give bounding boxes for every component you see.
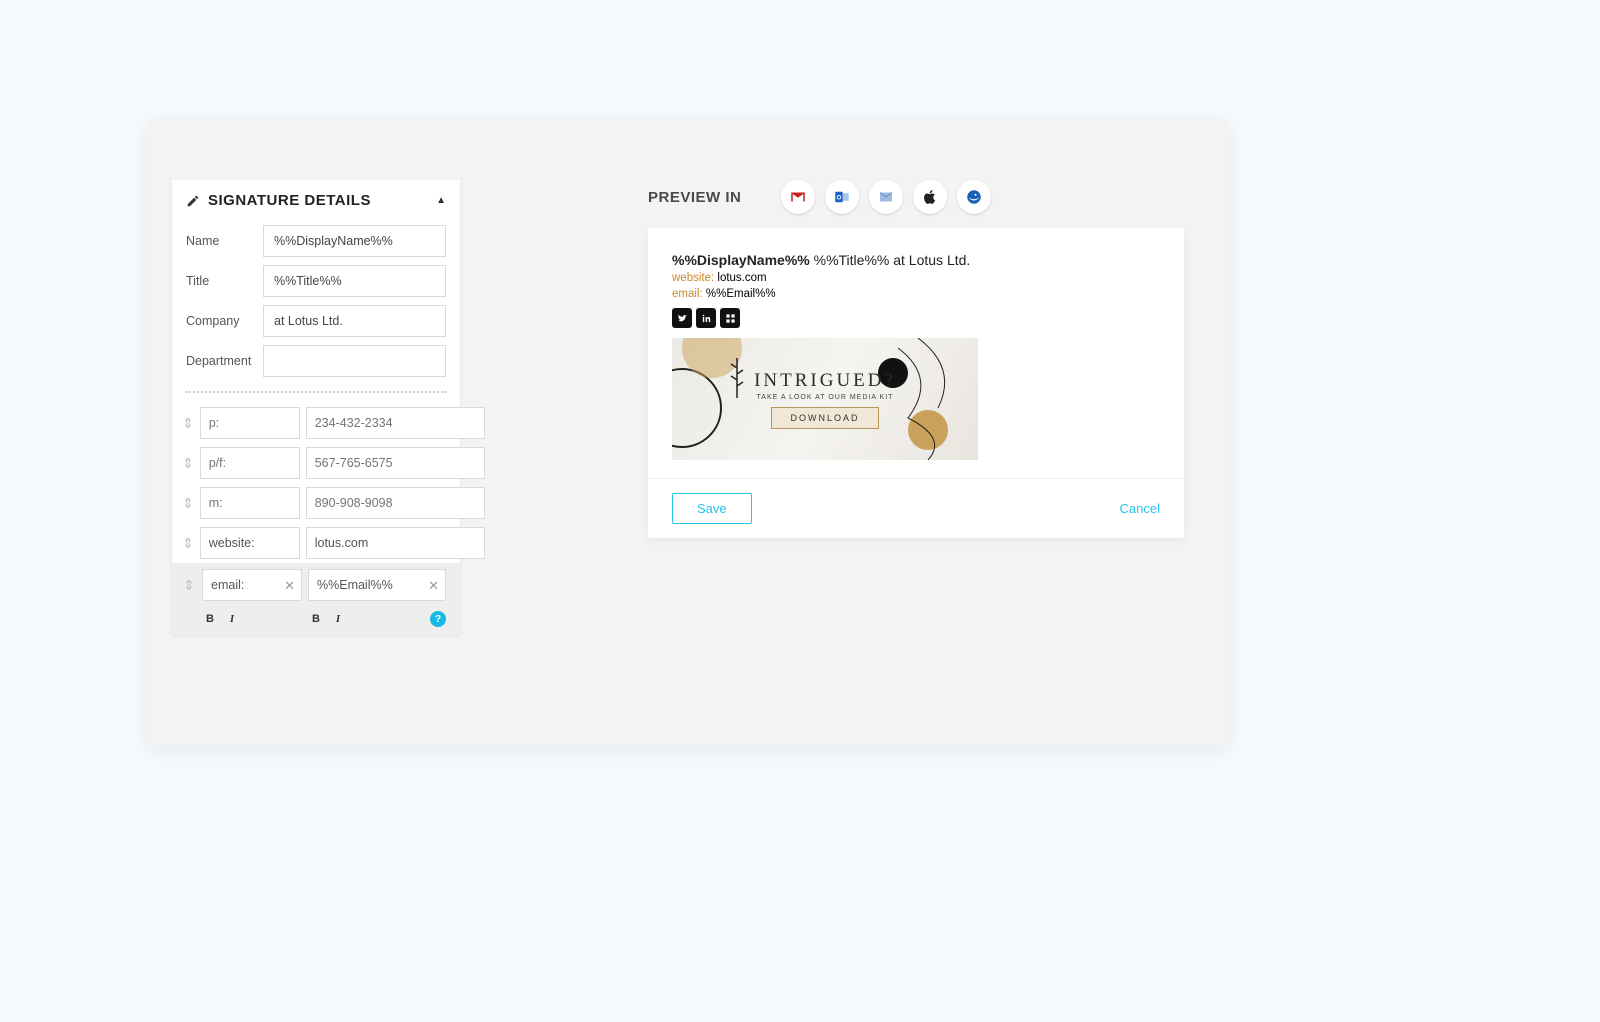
signature-website-line: website: lotus.com <box>672 272 1160 284</box>
preview-label: PREVIEW IN <box>648 189 741 206</box>
format-group-label: B I <box>202 611 302 627</box>
format-toolbar: B I B I ? <box>172 607 460 635</box>
italic-button[interactable]: I <box>224 611 240 627</box>
contact-row-phone: ⇕ <box>172 403 460 443</box>
website-value-input[interactable] <box>306 527 485 559</box>
fax-label-input[interactable] <box>200 447 300 479</box>
format-group-value: B I <box>308 611 424 627</box>
clear-icon[interactable]: ✕ <box>428 579 439 592</box>
signature-details-panel: SIGNATURE DETAILS ▲ Name Title Company D… <box>172 180 460 635</box>
apple-icon[interactable] <box>913 180 947 214</box>
email-label-input[interactable]: email: ✕ <box>202 569 302 601</box>
email-value-input[interactable]: %%Email%% ✕ <box>308 569 446 601</box>
email-label-text: email: <box>211 578 244 592</box>
help-icon[interactable]: ? <box>430 611 446 627</box>
mail-daemon-icon[interactable] <box>869 180 903 214</box>
drag-handle-icon[interactable]: ⇕ <box>182 577 196 594</box>
divider <box>186 391 446 393</box>
banner-cta-button[interactable]: DOWNLOAD <box>771 407 878 429</box>
drag-handle-icon[interactable]: ⇕ <box>182 535 194 552</box>
contact-row-mobile: ⇕ <box>172 483 460 523</box>
phone-label-input[interactable] <box>200 407 300 439</box>
panel-title: SIGNATURE DETAILS <box>208 192 428 209</box>
mobile-value-input[interactable] <box>306 487 485 519</box>
save-button[interactable]: Save <box>672 493 752 524</box>
twitter-icon[interactable] <box>672 308 692 328</box>
banner-deco <box>672 368 722 448</box>
fax-value-input[interactable] <box>306 447 485 479</box>
app-shell: SIGNATURE DETAILS ▲ Name Title Company D… <box>148 120 1228 745</box>
preview-card: %%DisplayName%% %%Title%% at Lotus Ltd. … <box>648 228 1184 538</box>
banner-subtitle: TAKE A LOOK AT OUR MEDIA KIT <box>757 394 894 401</box>
social-row <box>672 308 1160 328</box>
drag-handle-icon[interactable]: ⇕ <box>182 495 194 512</box>
field-name: Name <box>172 221 460 261</box>
client-picker: O <box>781 180 991 214</box>
email-value-text: %%Email%% <box>317 578 393 592</box>
other-social-icon[interactable] <box>720 308 740 328</box>
company-input[interactable] <box>263 305 446 337</box>
department-input[interactable] <box>263 345 446 377</box>
signature-display-name: %%DisplayName%% <box>672 252 810 268</box>
signature-role: %%Title%% at Lotus Ltd. <box>814 252 971 268</box>
banner-lines-icon <box>898 338 978 460</box>
banner-leaf-icon <box>722 358 752 398</box>
contact-row-website: ⇕ <box>172 523 460 563</box>
svg-text:O: O <box>837 195 842 201</box>
signature-banner[interactable]: INTRIGUED? TAKE A LOOK AT OUR MEDIA KIT … <box>672 338 978 460</box>
signature-name-line: %%DisplayName%% %%Title%% at Lotus Ltd. <box>672 252 1160 268</box>
name-input[interactable] <box>263 225 446 257</box>
drag-handle-icon[interactable]: ⇕ <box>182 415 194 432</box>
bold-button[interactable]: B <box>308 611 324 627</box>
drag-handle-icon[interactable]: ⇕ <box>182 455 194 472</box>
field-label-company: Company <box>186 314 253 328</box>
linkedin-icon[interactable] <box>696 308 716 328</box>
collapse-icon[interactable]: ▲ <box>436 195 446 206</box>
cancel-button[interactable]: Cancel <box>1120 501 1160 516</box>
thunderbird-icon[interactable] <box>957 180 991 214</box>
preview-actions: Save Cancel <box>648 478 1184 538</box>
field-label-department: Department <box>186 354 253 368</box>
clear-icon[interactable]: ✕ <box>284 579 295 592</box>
preview-area: PREVIEW IN O <box>648 180 1184 538</box>
email-value: %%Email%% <box>706 288 776 300</box>
mobile-label-input[interactable] <box>200 487 300 519</box>
field-department: Department <box>172 341 460 381</box>
phone-value-input[interactable] <box>306 407 485 439</box>
field-label-name: Name <box>186 234 253 248</box>
pen-icon <box>186 194 200 208</box>
field-label-title: Title <box>186 274 253 288</box>
gmail-icon[interactable] <box>781 180 815 214</box>
website-value: lotus.com <box>717 272 766 284</box>
preview-header: PREVIEW IN O <box>648 180 1184 214</box>
website-key: website: <box>672 272 714 284</box>
field-company: Company <box>172 301 460 341</box>
panel-header[interactable]: SIGNATURE DETAILS ▲ <box>172 180 460 221</box>
italic-button[interactable]: I <box>330 611 346 627</box>
outlook-icon[interactable]: O <box>825 180 859 214</box>
email-key: email: <box>672 288 703 300</box>
website-label-input[interactable] <box>200 527 300 559</box>
contact-row-email: ⇕ email: ✕ %%Email%% ✕ <box>172 563 460 607</box>
signature-body: %%DisplayName%% %%Title%% at Lotus Ltd. … <box>648 228 1184 478</box>
field-title: Title <box>172 261 460 301</box>
banner-title: INTRIGUED? <box>754 370 896 392</box>
contact-row-fax: ⇕ <box>172 443 460 483</box>
signature-email-line: email: %%Email%% <box>672 288 1160 300</box>
bold-button[interactable]: B <box>202 611 218 627</box>
title-input[interactable] <box>263 265 446 297</box>
